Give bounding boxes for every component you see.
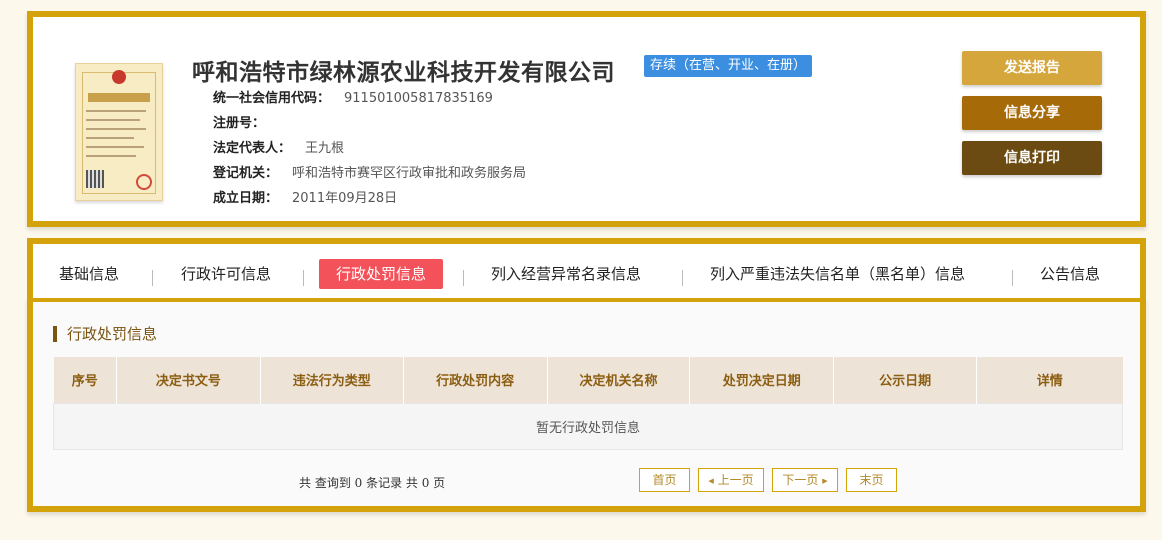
print-info-button[interactable]: 信息打印 (962, 141, 1102, 175)
tab-abnormal-operation[interactable]: 列入经营异常名录信息 (491, 259, 641, 289)
column-header: 决定书文号 (116, 357, 261, 403)
qr-code-icon (86, 170, 104, 188)
establishment-date-value: 2011年09月28日 (292, 191, 398, 206)
business-license-image (75, 63, 163, 201)
caret-left-icon: ◀ (708, 477, 714, 485)
table-row: 暂无行政处罚信息 (53, 402, 1123, 450)
tab-separator (682, 270, 683, 286)
column-header: 决定机关名称 (547, 357, 691, 403)
penalty-info-panel: 行政处罚信息 序号 决定书文号 违法行为类型 行政处罚内容 决定机关名称 处罚决… (27, 298, 1146, 512)
registration-authority-row: 登记机关： 呼和浩特市赛罕区行政审批和政务服务局 (213, 162, 526, 181)
pager-summary: 共 查询到 0 条记录 共 0 页 (299, 476, 446, 490)
tab-bar: 基础信息 行政许可信息 行政处罚信息 列入经营异常名录信息 列入严重违法失信名单… (27, 238, 1146, 304)
tab-basic-info[interactable]: 基础信息 (59, 259, 119, 289)
establishment-date-row: 成立日期： 2011年09月28日 (213, 187, 397, 206)
credit-code-row: 统一社会信用代码： 911501005817835169 (213, 87, 493, 106)
legal-representative-row: 法定代表人： 王九根 (213, 137, 344, 156)
credit-code-value: 911501005817835169 (344, 91, 493, 106)
tab-separator (303, 270, 304, 286)
registration-authority-label: 登记机关： (213, 166, 279, 181)
tab-announcements[interactable]: 公告信息 (1040, 259, 1100, 289)
legal-representative-value: 王九根 (305, 141, 345, 156)
prev-page-button[interactable]: ◀ 上一页 (698, 468, 764, 492)
empty-message: 暂无行政处罚信息 (53, 402, 1123, 450)
caret-right-icon: ▶ (822, 477, 828, 485)
company-name: 呼和浩特市绿林源农业科技开发有限公司 (192, 59, 615, 86)
tab-separator (463, 270, 464, 286)
national-emblem-icon (112, 70, 126, 84)
send-report-button[interactable]: 发送报告 (962, 51, 1102, 85)
column-header: 序号 (53, 357, 117, 403)
tab-separator (1012, 270, 1013, 286)
company-card: 呼和浩特市绿林源农业科技开发有限公司 存续（在营、开业、在册） 统一社会信用代码… (27, 11, 1146, 227)
column-header: 违法行为类型 (260, 357, 404, 403)
status-badge: 存续（在营、开业、在册） (644, 55, 813, 77)
legal-representative-label: 法定代表人： (213, 141, 292, 156)
establishment-date-label: 成立日期： (213, 191, 279, 206)
registration-number-label: 注册号： (213, 116, 266, 131)
next-page-button[interactable]: 下一页 ▶ (772, 468, 838, 492)
tab-admin-penalty[interactable]: 行政处罚信息 (319, 259, 444, 289)
tab-separator (152, 270, 153, 286)
prev-page-label: 上一页 (717, 473, 754, 487)
official-seal-icon (136, 174, 152, 190)
next-page-label: 下一页 (782, 473, 819, 487)
registration-authority-value: 呼和浩特市赛罕区行政审批和政务服务局 (292, 166, 527, 181)
share-info-button[interactable]: 信息分享 (962, 96, 1102, 130)
registration-number-row: 注册号： (213, 112, 279, 131)
last-page-button[interactable]: 末页 (846, 468, 897, 492)
credit-code-label: 统一社会信用代码： (213, 91, 331, 106)
tab-blacklist[interactable]: 列入严重违法失信名单（黑名单）信息 (710, 259, 965, 289)
column-header: 行政处罚内容 (403, 357, 548, 403)
table-header-row: 序号 决定书文号 违法行为类型 行政处罚内容 决定机关名称 处罚决定日期 公示日… (53, 357, 1123, 403)
penalty-table: 序号 决定书文号 违法行为类型 行政处罚内容 决定机关名称 处罚决定日期 公示日… (53, 357, 1123, 450)
column-header: 详情 (976, 357, 1123, 403)
column-header: 处罚决定日期 (689, 357, 835, 403)
first-page-button[interactable]: 首页 (639, 468, 690, 492)
section-title: 行政处罚信息 (53, 326, 157, 342)
column-header: 公示日期 (833, 357, 978, 403)
tab-admin-license[interactable]: 行政许可信息 (181, 259, 271, 289)
